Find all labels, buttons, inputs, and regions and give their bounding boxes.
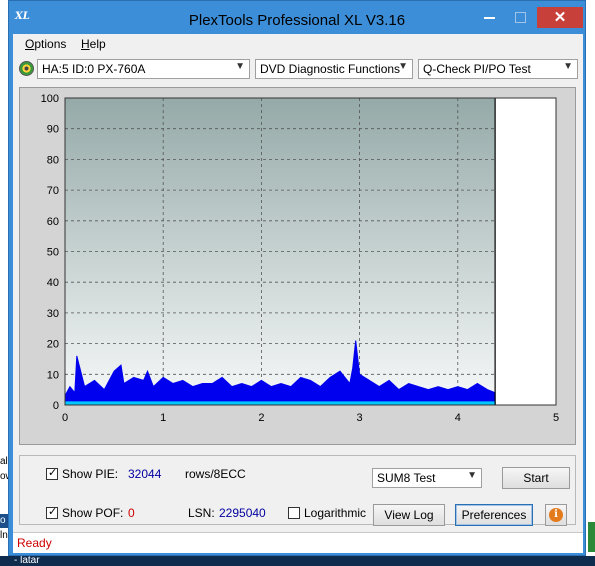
check-icon: ✓ <box>48 467 58 479</box>
start-button[interactable]: Start <box>502 467 570 489</box>
disc-icon <box>19 61 34 76</box>
background-text-fragment: ln <box>0 530 8 541</box>
y-tick-label: 90 <box>47 124 59 136</box>
show-poe-checkbox[interactable]: ✓ <box>46 506 58 519</box>
logarithmic-label: Logarithmic <box>304 506 367 520</box>
minimize-button[interactable] <box>475 7 503 28</box>
test-select[interactable]: Q-Check PI/PO Test ▼ <box>418 59 578 79</box>
minimize-icon <box>484 17 495 19</box>
app-window: XL PlexTools Professional XL V3.16 ✕ Opt… <box>8 0 586 556</box>
show-pie-checkbox[interactable]: ✓ <box>46 467 58 480</box>
chevron-down-icon: ▼ <box>235 61 245 72</box>
function-select[interactable]: DVD Diagnostic Functions ▼ <box>255 59 413 79</box>
show-pie-label: Show PIE: <box>62 467 119 481</box>
poe-value: 0 <box>128 506 135 520</box>
y-tick-label: 10 <box>47 369 59 381</box>
test-mode-select[interactable]: SUM8 Test ▼ <box>372 468 482 488</box>
x-tick-label: 0 <box>62 412 68 424</box>
info-icon: i <box>549 508 563 522</box>
background-text-fragment: o <box>0 515 6 526</box>
info-button[interactable]: i <box>545 504 567 526</box>
x-tick-label: 1 <box>160 412 166 424</box>
y-tick-label: 70 <box>47 185 59 197</box>
status-text: Ready <box>17 536 52 550</box>
chevron-down-icon: ▼ <box>398 61 408 72</box>
unscanned-region <box>495 98 556 405</box>
x-tick-label: 3 <box>357 412 363 424</box>
taskbar-edge: - latar <box>0 555 595 566</box>
y-tick-label: 80 <box>47 154 59 166</box>
desktop-green-tile <box>588 522 595 552</box>
controls-panel: ✓ Show PIE: 32044 rows/8ECC SUM8 Test ▼ … <box>19 455 576 526</box>
menu-options[interactable]: Options <box>25 37 66 51</box>
menu-help[interactable]: Help <box>81 37 106 51</box>
menu-bar: Options Help <box>13 34 583 54</box>
y-tick-label: 60 <box>47 216 59 228</box>
background-text-fragment: al <box>0 456 8 467</box>
lsn-label: LSN: <box>188 506 215 520</box>
y-tick-label: 20 <box>47 339 59 351</box>
show-poe-label: Show POF: <box>62 506 124 520</box>
chevron-down-icon: ▼ <box>467 470 477 481</box>
y-tick-label: 50 <box>47 247 59 259</box>
maximize-button[interactable] <box>506 7 534 28</box>
desktop-right-edge <box>585 0 595 566</box>
status-bar: Ready <box>13 532 583 553</box>
background-text-fragment: - latar <box>14 555 40 566</box>
pie-unit: rows/8ECC <box>185 467 246 481</box>
view-log-button[interactable]: View Log <box>373 504 445 526</box>
x-tick-label: 4 <box>455 412 461 424</box>
y-tick-label: 40 <box>47 277 59 289</box>
close-button[interactable]: ✕ <box>537 7 583 28</box>
lsn-value: 2295040 <box>219 506 266 520</box>
preferences-button[interactable]: Preferences <box>455 504 533 526</box>
close-icon: ✕ <box>553 9 567 26</box>
drive-select[interactable]: HA:5 ID:0 PX-760A ▼ <box>37 59 250 79</box>
y-tick-label: 0 <box>53 400 59 412</box>
maximize-icon <box>515 12 526 23</box>
client-area: Options Help HA:5 ID:0 PX-760A ▼ DVD Dia… <box>13 34 583 553</box>
pie-value: 32044 <box>128 467 162 481</box>
chevron-down-icon: ▼ <box>563 61 573 72</box>
logarithmic-checkbox[interactable] <box>288 507 300 519</box>
y-tick-label: 30 <box>47 308 59 320</box>
title-bar[interactable]: XL PlexTools Professional XL V3.16 ✕ <box>9 1 585 35</box>
check-icon: ✓ <box>48 506 58 518</box>
chart-panel: 0 10 20 30 40 50 60 70 80 90 100 0 1 2 3 4 5 <box>19 87 576 445</box>
x-tick-label: 2 <box>258 412 264 424</box>
toolbar: HA:5 ID:0 PX-760A ▼ DVD Diagnostic Funct… <box>13 56 583 82</box>
x-tick-label: 5 <box>553 412 559 424</box>
pi-po-chart: 0 10 20 30 40 50 60 70 80 90 100 0 1 2 3 4 5 <box>41 93 559 424</box>
y-tick-label: 100 <box>41 93 59 105</box>
